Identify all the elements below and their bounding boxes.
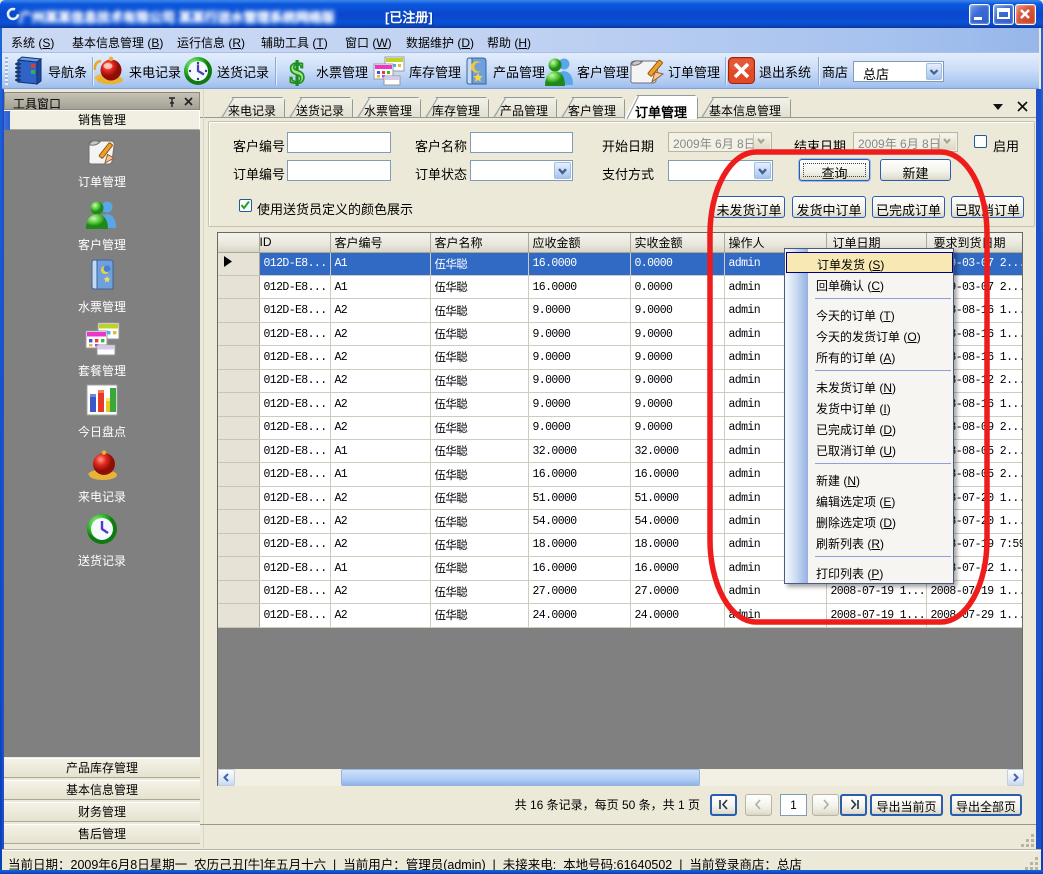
svg-text:$: $ [289,56,305,86]
